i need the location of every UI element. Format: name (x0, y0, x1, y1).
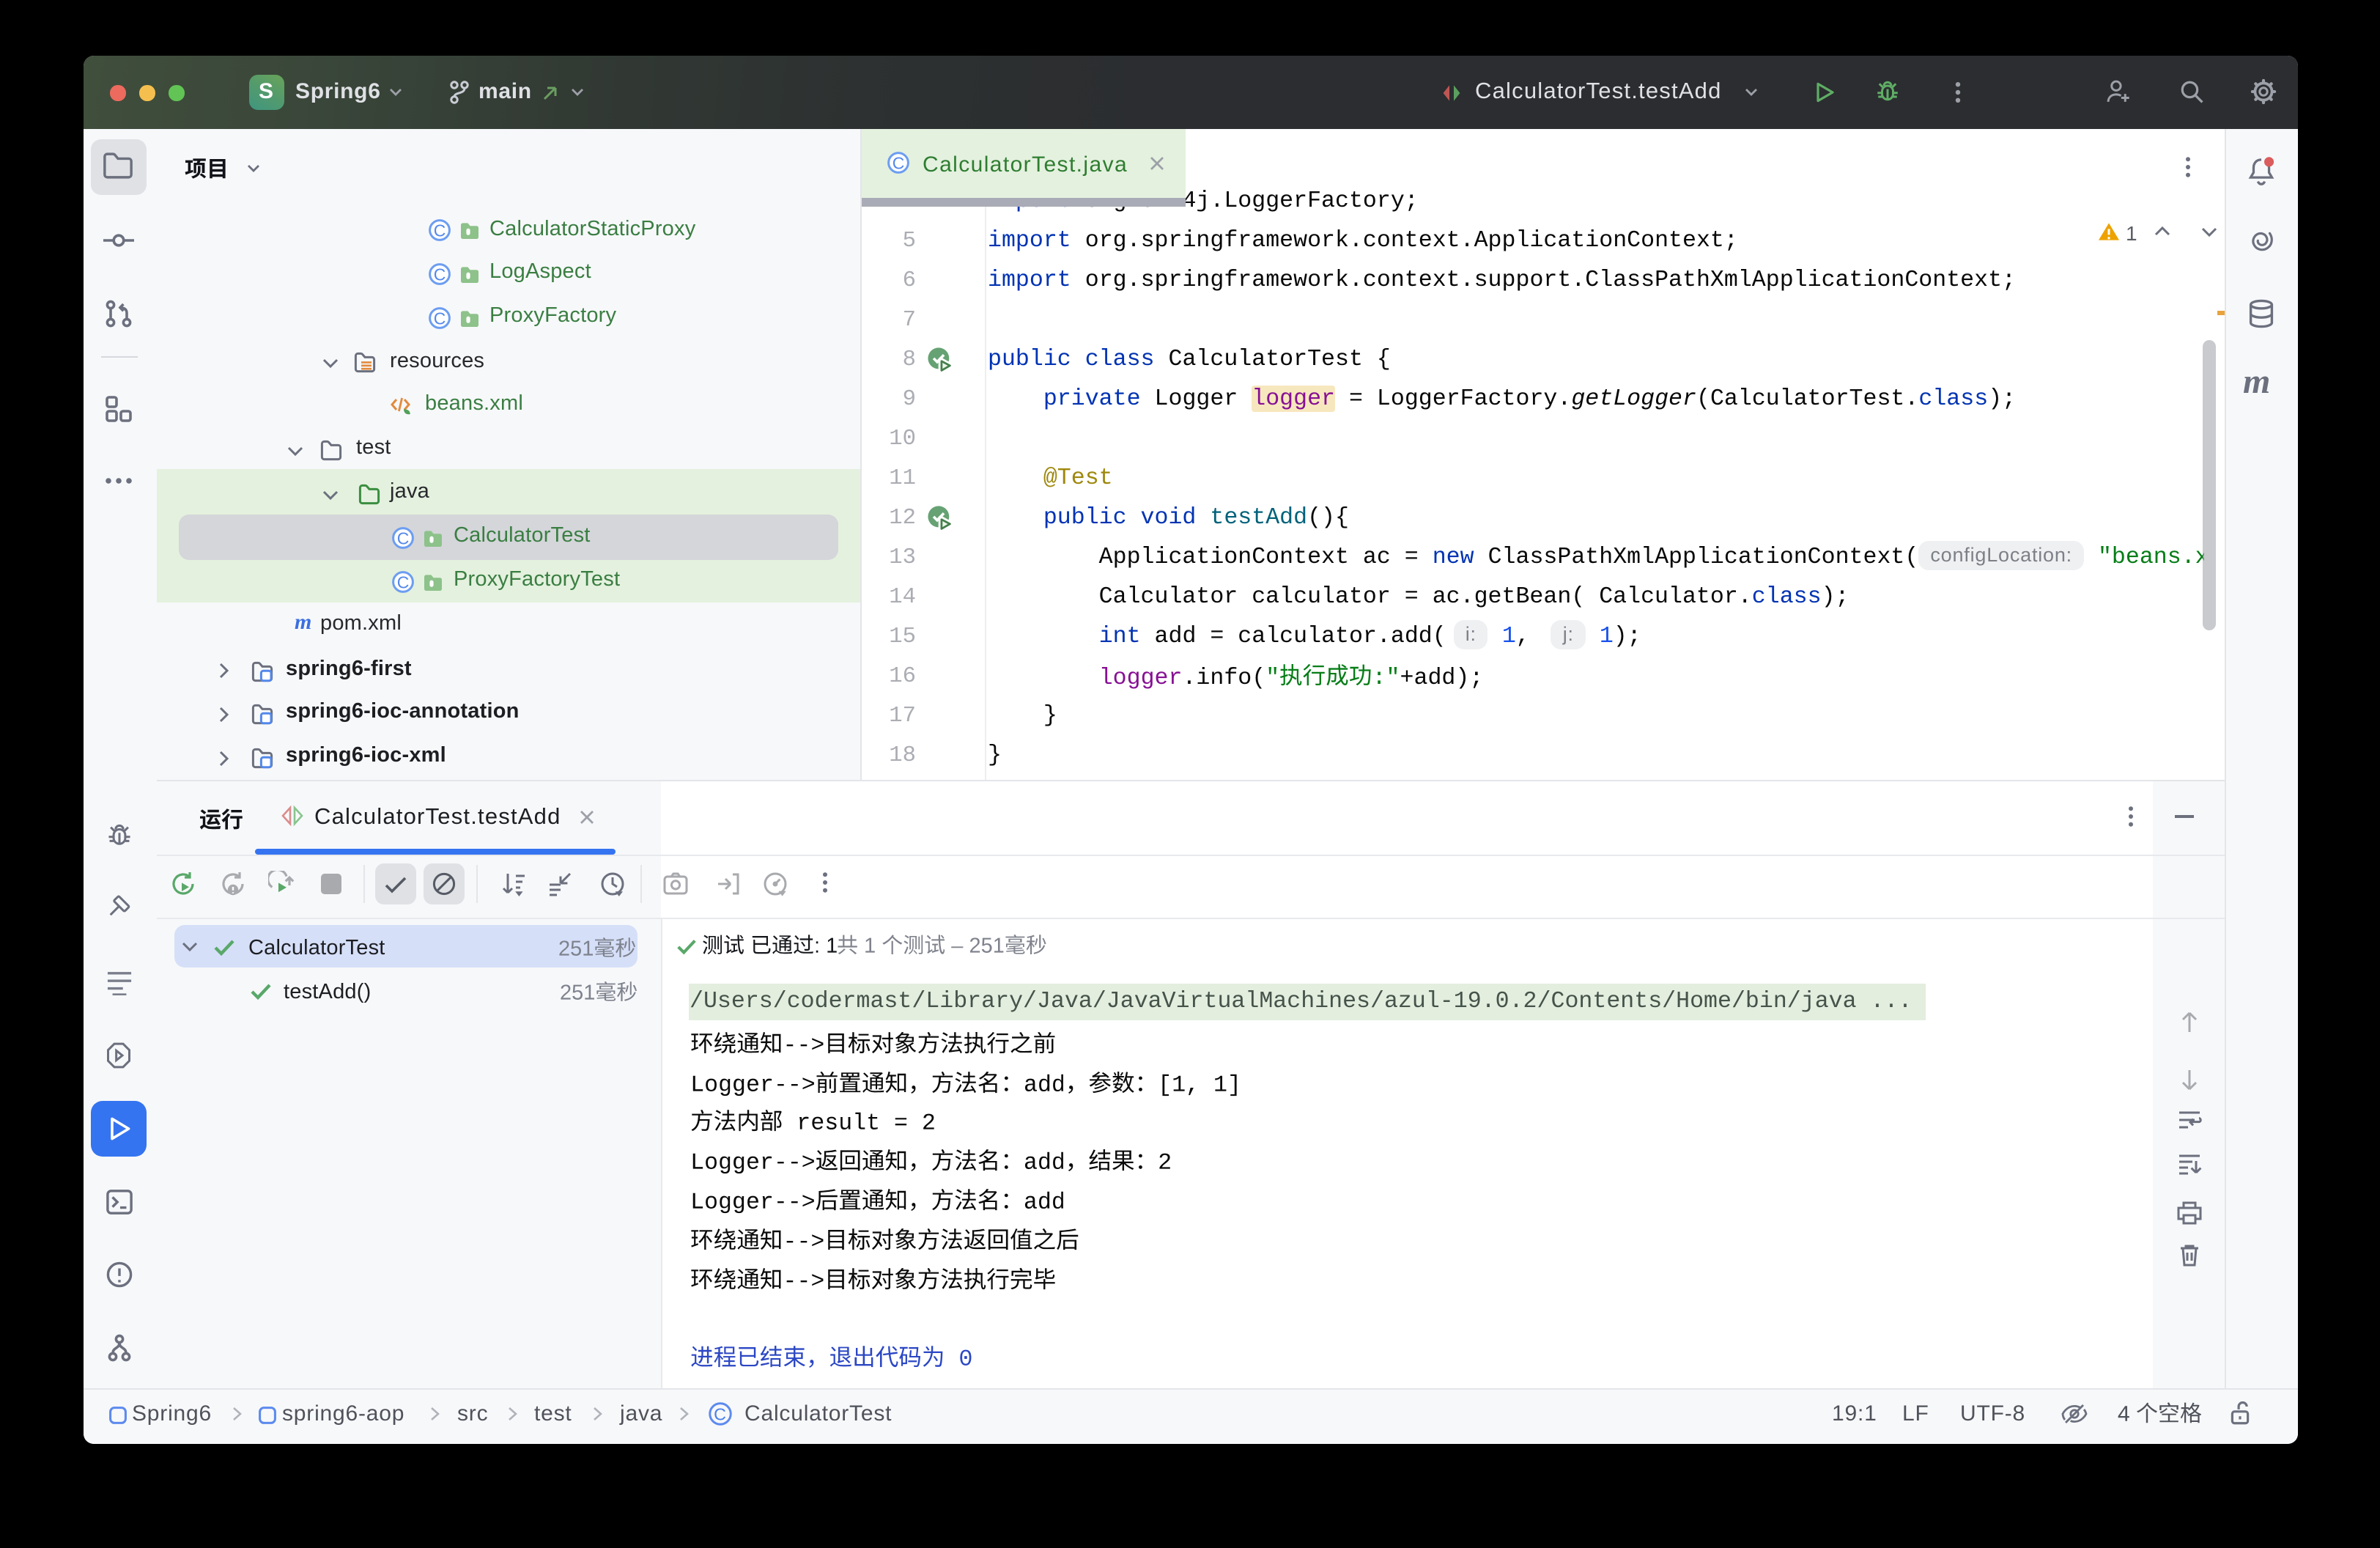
svg-text:C: C (714, 1404, 727, 1423)
